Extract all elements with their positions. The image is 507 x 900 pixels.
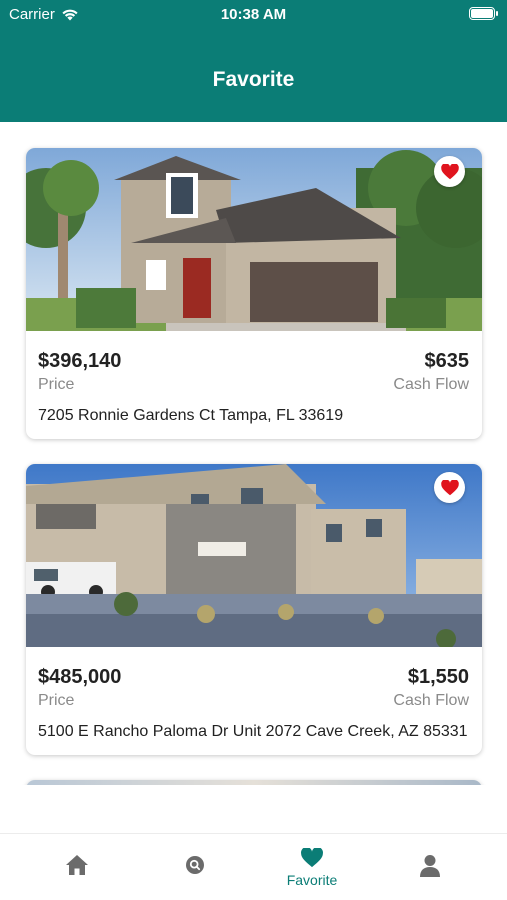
page-title: Favorite — [212, 68, 295, 91]
listing-price: $396,140 — [38, 350, 122, 372]
profile-icon — [420, 855, 440, 877]
listing-price: $485,000 — [38, 666, 122, 688]
cash-flow-label: Cash Flow — [393, 692, 469, 709]
price-label: Price — [38, 376, 75, 393]
tab-home[interactable] — [14, 834, 140, 900]
heart-icon — [440, 479, 459, 495]
favorite-button[interactable] — [434, 472, 465, 503]
listing-photo — [26, 148, 482, 331]
listing-photo — [26, 464, 482, 647]
favorite-button[interactable] — [434, 156, 465, 187]
listing-cash-flow: $1,550 — [407, 666, 469, 688]
tab-label-favorite: Favorite — [286, 872, 338, 888]
list-bottom-spacer — [0, 785, 507, 833]
listing-card[interactable]: $485,000 Price $1,550 Cash Flow 5100 E R… — [26, 464, 482, 755]
search-icon — [186, 856, 204, 874]
home-icon — [66, 855, 88, 875]
listing-cash-flow: $635 — [424, 350, 470, 372]
status-time: 10:38 AM — [220, 6, 287, 23]
app-header: Carrier 10:38 AM Favorite — [0, 0, 507, 122]
tab-profile[interactable] — [367, 834, 493, 900]
listing-address: 5100 E Rancho Paloma Dr Unit 2072 Cave C… — [38, 723, 468, 740]
battery-icon — [469, 7, 498, 20]
tab-favorite[interactable]: Favorite — [249, 834, 375, 900]
listing-address: 7205 Ronnie Gardens Ct Tampa, FL 33619 — [38, 407, 344, 424]
status-bar: Carrier 10:38 AM — [0, 0, 507, 30]
tab-search[interactable] — [132, 834, 258, 900]
heart-icon — [440, 163, 459, 179]
listing-card[interactable]: $396,140 Price $635 Cash Flow 7205 Ronni… — [26, 148, 482, 439]
cash-flow-label: Cash Flow — [393, 376, 469, 393]
price-label: Price — [38, 692, 75, 709]
tab-bar: Favorite — [0, 833, 507, 900]
heart-icon — [301, 848, 323, 868]
